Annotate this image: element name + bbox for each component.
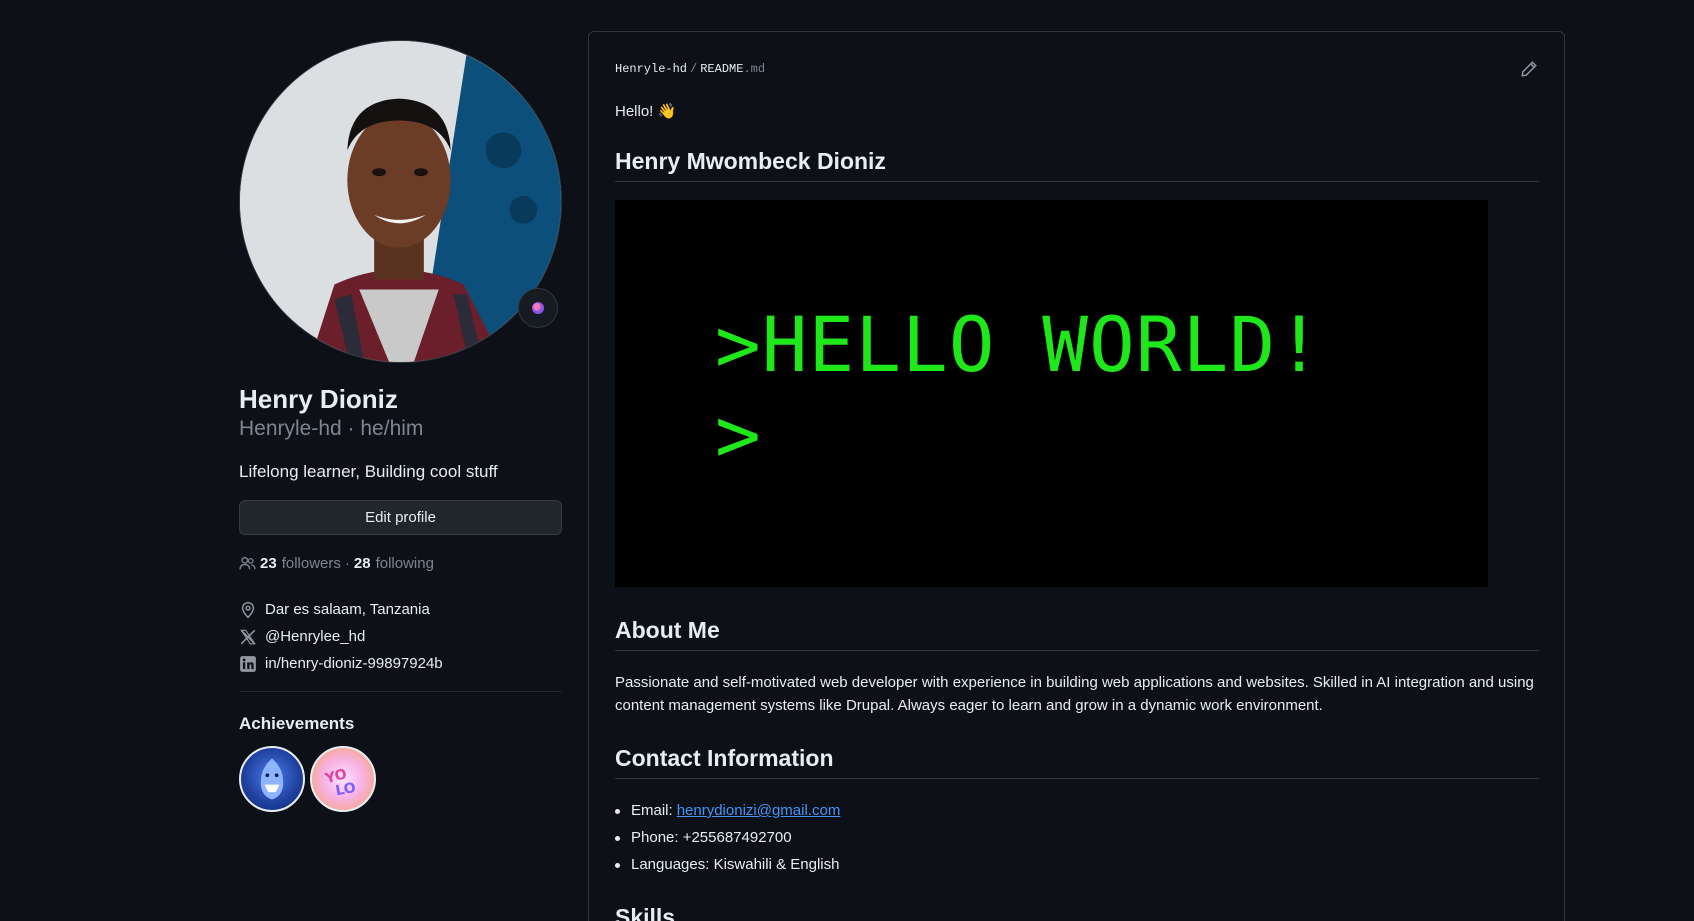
achievements-list: YO LO: [239, 746, 562, 812]
following-link[interactable]: 28 following: [354, 555, 434, 572]
banner-line-1: >HELLO WORLD!: [715, 300, 1323, 389]
heading-name: Henry Mwombeck Dioniz: [615, 148, 1539, 182]
profile-page: Henry Dioniz Henryle-hd · he/him Lifelon…: [0, 0, 1694, 921]
svg-text:LO: LO: [334, 780, 357, 799]
follow-separator: ·: [344, 555, 350, 572]
email-link[interactable]: henrydionizi@gmail.com: [677, 802, 841, 819]
about-paragraph: Passionate and self-motivated web develo…: [615, 674, 1534, 714]
contact-list: Email: henrydionizi@gmail.com Phone: +25…: [615, 797, 1539, 878]
location-pin-icon: [241, 601, 255, 618]
profile-sidebar: Henry Dioniz Henryle-hd · he/him Lifelon…: [239, 40, 562, 812]
location-text: Dar es salaam, Tanzania: [265, 601, 430, 618]
hello-text: Hello! 👋: [615, 103, 677, 120]
avatar[interactable]: [239, 40, 562, 363]
heading-about: About Me: [615, 617, 1539, 651]
x-logo-icon: [240, 629, 256, 644]
yolo-badge[interactable]: YO LO: [310, 746, 376, 812]
followers-count: 23: [260, 555, 277, 572]
linkedin-icon: [240, 655, 256, 672]
avatar-wrap: [239, 40, 562, 363]
followers-link[interactable]: 23 followers: [260, 555, 341, 572]
follow-stats: 23 followers · 28 following: [239, 555, 562, 572]
readme-file-name[interactable]: README: [700, 62, 743, 76]
pull-shark-badge[interactable]: [239, 746, 305, 812]
following-count: 28: [353, 555, 371, 572]
readme-card: Henryle-hd / README.md Hello! 👋 Henry Mwom…: [588, 31, 1565, 921]
avatar-portrait: [240, 41, 561, 362]
email-label: Email:: [631, 802, 673, 819]
heading-contact: Contact Information: [615, 745, 1539, 779]
twitter-handle[interactable]: @Henrylee_hd: [265, 628, 365, 645]
repo-owner-link[interactable]: Henryle-hd: [615, 62, 687, 76]
edit-profile-button[interactable]: Edit profile: [239, 500, 562, 535]
following-label: following: [375, 555, 434, 572]
sidebar-divider: [239, 691, 562, 692]
readme-file-ext: .md: [743, 62, 766, 76]
status-emoji-icon: [532, 302, 544, 314]
contact-phone-item: Phone: +255687492700: [615, 824, 1539, 851]
profile-details: Dar es salaam, Tanzania @Henrylee_hd in/…: [239, 596, 562, 677]
heading-skills: Skills: [615, 904, 1539, 921]
yolo-icon: YO LO: [323, 766, 358, 799]
pencil-icon[interactable]: [1520, 60, 1538, 78]
status-emoji-button[interactable]: [518, 288, 558, 328]
linkedin-item[interactable]: in/henry-dioniz-99897924b: [239, 650, 562, 677]
profile-bio: Lifelong learner, Building cool stuff: [239, 462, 498, 481]
readme-breadcrumb: Henryle-hd / README.md: [615, 62, 765, 76]
hello-world-banner: >HELLO WORLD! >: [615, 200, 1488, 587]
contact-languages-item: Languages: Kiswahili & English: [615, 851, 1539, 878]
shark-icon: [260, 758, 284, 800]
followers-label: followers: [281, 555, 341, 572]
linkedin-text[interactable]: in/henry-dioniz-99897924b: [265, 655, 443, 672]
contact-email-item: Email: henrydionizi@gmail.com: [615, 797, 1539, 824]
profile-login: Henryle-hd · he/him: [239, 417, 424, 440]
achievements-title: Achievements: [239, 714, 355, 733]
readme-content: Hello! 👋 Henry Mwombeck Dioniz >HELLO WO…: [615, 100, 1539, 921]
location-item: Dar es salaam, Tanzania: [239, 596, 562, 623]
twitter-item[interactable]: @Henrylee_hd: [239, 623, 562, 650]
breadcrumb-separator: /: [690, 62, 698, 76]
banner-line-2: >: [715, 390, 762, 479]
people-icon: [239, 556, 256, 570]
profile-name: Henry Dioniz: [239, 384, 398, 414]
